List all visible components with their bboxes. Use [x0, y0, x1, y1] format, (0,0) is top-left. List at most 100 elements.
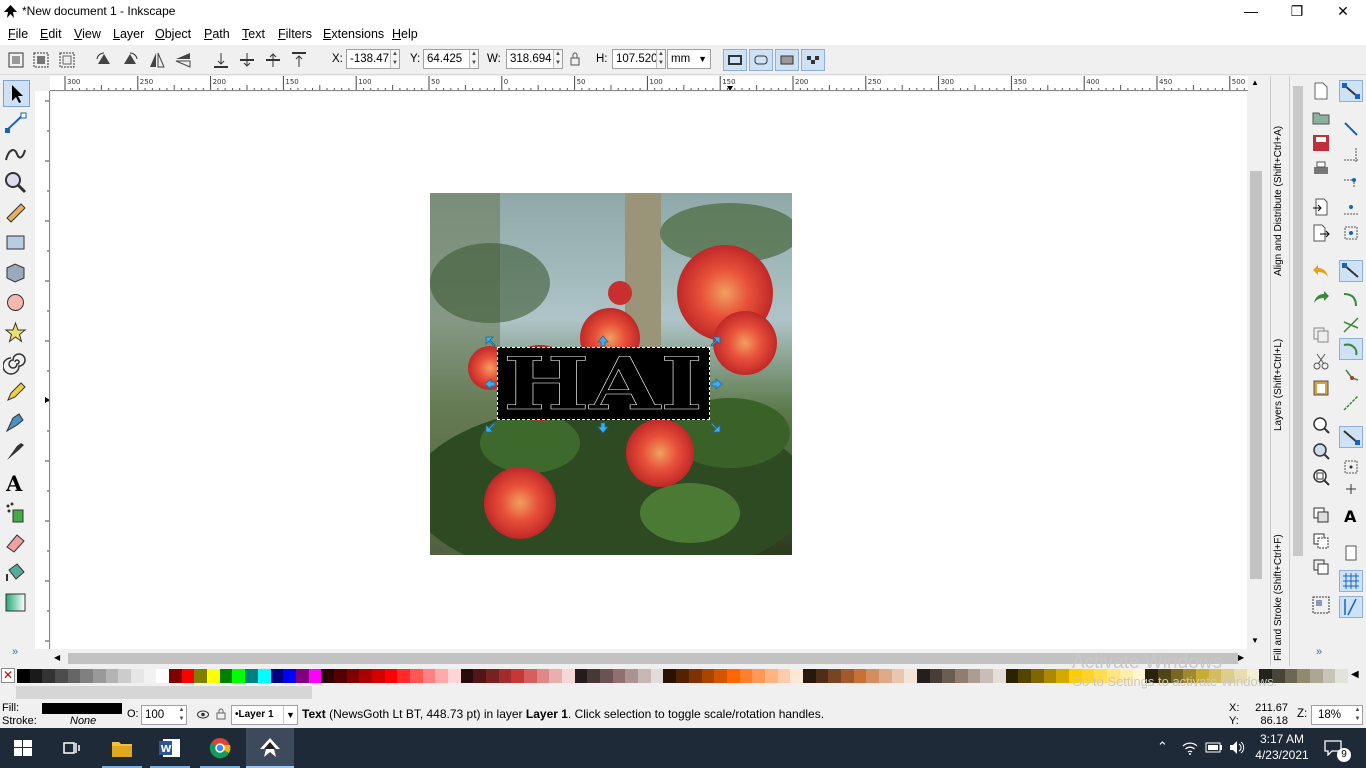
dock-scrollbar[interactable]	[1291, 76, 1305, 666]
toolbox-overflow-icon[interactable]: »	[12, 646, 18, 658]
palette-swatch[interactable]	[1094, 669, 1108, 683]
snap-object-centers-icon[interactable]	[1342, 458, 1360, 476]
palette-swatch[interactable]	[245, 669, 259, 683]
palette-swatch[interactable]	[917, 669, 930, 683]
palette-swatch[interactable]	[828, 669, 842, 683]
group-icon[interactable]	[1312, 596, 1330, 614]
palette-swatch[interactable]	[1119, 669, 1133, 683]
palette-swatch[interactable]	[1132, 669, 1146, 683]
palette-swatch[interactable]	[169, 669, 183, 683]
star-tool[interactable]	[3, 320, 30, 347]
palette-swatch[interactable]	[384, 669, 398, 683]
cut-icon[interactable]	[1312, 352, 1330, 370]
menu-view[interactable]: View	[74, 27, 101, 41]
palette-swatch[interactable]	[232, 669, 246, 683]
task-view-icon[interactable]	[62, 740, 80, 756]
snap-nodes-toggle[interactable]	[1339, 260, 1363, 282]
palette-swatch[interactable]	[143, 669, 157, 683]
snap-intersections-icon[interactable]	[1342, 316, 1360, 334]
palette-swatch[interactable]	[549, 669, 563, 683]
palette-swatch[interactable]	[1233, 669, 1247, 683]
redo-icon[interactable]	[1312, 288, 1330, 306]
copy-icon[interactable]	[1312, 326, 1330, 344]
palette-swatch[interactable]	[283, 669, 297, 683]
palette-swatch[interactable]	[42, 669, 56, 683]
palette-swatch[interactable]	[726, 669, 740, 683]
spin-arrows-icon[interactable]: ▲ ▼	[390, 50, 399, 68]
scale-corners-toggle[interactable]	[749, 49, 773, 71]
duplicate-icon[interactable]	[1312, 506, 1330, 524]
commands-overflow-icon[interactable]: »	[1316, 646, 1322, 658]
paste-icon[interactable]	[1312, 378, 1330, 396]
vertical-scrollbar[interactable]: ▲ ▼	[1248, 76, 1264, 651]
palette-swatch[interactable]	[536, 669, 550, 683]
snap-paths-icon[interactable]	[1342, 290, 1360, 308]
snap-rotation-center-icon[interactable]	[1342, 480, 1360, 498]
scroll-up-icon[interactable]: ▲	[1251, 78, 1259, 87]
fill-indicator[interactable]	[42, 703, 122, 714]
palette-swatch[interactable]	[29, 669, 43, 683]
snap-bbox-edges-icon[interactable]	[1342, 146, 1360, 164]
zoom-tool[interactable]	[3, 170, 30, 197]
dock-scroll-thumb[interactable]	[1293, 86, 1303, 556]
snap-smooth-nodes-toggle[interactable]	[1339, 338, 1363, 360]
close-button[interactable]: ✕	[1320, 0, 1366, 23]
palette-swatch[interactable]	[105, 669, 119, 683]
selection-handles[interactable]	[481, 332, 726, 437]
palette-swatch[interactable]	[1018, 669, 1032, 683]
palette-swatch[interactable]	[1107, 669, 1121, 683]
spin-arrows-icon[interactable]: ▲ ▼	[177, 706, 186, 724]
transform-gradients-toggle[interactable]	[775, 49, 799, 71]
palette-swatch[interactable]	[955, 669, 969, 683]
palette-swatch[interactable]	[498, 669, 512, 683]
palette-swatch[interactable]	[1246, 669, 1260, 683]
flip-horizontal-icon[interactable]	[147, 50, 167, 70]
zoom-input[interactable]: 18% ▲ ▼	[1311, 705, 1363, 725]
palette-swatch[interactable]	[878, 669, 892, 683]
palette-swatch[interactable]	[967, 669, 981, 683]
spin-arrows-icon[interactable]: ▲ ▼	[553, 50, 562, 68]
w-input[interactable]: 318.694 ▲ ▼	[506, 49, 563, 69]
snap-guides-toggle[interactable]	[1339, 596, 1363, 618]
no-paint-swatch[interactable]: ✕	[1, 668, 15, 683]
transform-patterns-toggle[interactable]	[801, 49, 825, 71]
new-document-icon[interactable]	[1312, 82, 1330, 100]
lock-icon[interactable]	[568, 51, 582, 67]
rectangle-tool[interactable]	[3, 230, 30, 257]
palette-swatch[interactable]	[701, 669, 715, 683]
palette-swatch[interactable]	[625, 669, 639, 683]
volume-icon[interactable]	[1229, 740, 1245, 755]
palette-swatch[interactable]	[371, 669, 385, 683]
palette-swatch[interactable]	[1271, 669, 1285, 683]
palette-swatch[interactable]	[397, 669, 411, 683]
node-tool[interactable]	[3, 110, 30, 137]
palette-swatch[interactable]	[638, 669, 652, 683]
palette-swatch[interactable]	[600, 669, 614, 683]
x-input[interactable]: -138.47 ▲ ▼	[346, 49, 400, 69]
palette-swatch[interactable]	[993, 669, 1007, 683]
palette-menu-icon[interactable]: ◀	[1351, 669, 1359, 680]
palette-swatch[interactable]	[688, 669, 702, 683]
zoom-selection-icon[interactable]	[1312, 416, 1330, 434]
palette-swatch[interactable]	[194, 669, 208, 683]
palette-swatch[interactable]	[764, 669, 778, 683]
snap-text-baseline-icon[interactable]: A	[1342, 506, 1360, 524]
opacity-input[interactable]: 100 ▲ ▼	[141, 705, 187, 725]
palette-swatch[interactable]	[524, 669, 538, 683]
unit-select[interactable]: mm ▼	[667, 49, 711, 69]
palette-swatch[interactable]	[1069, 669, 1083, 683]
snap-bbox-corners-icon[interactable]	[1342, 172, 1360, 190]
stroke-indicator[interactable]: None	[70, 715, 96, 727]
system-tray-expand-icon[interactable]: ⌃	[1157, 739, 1168, 755]
import-icon[interactable]	[1312, 198, 1330, 216]
palette-swatch[interactable]	[55, 669, 69, 683]
pencil-tool[interactable]	[3, 380, 30, 407]
print-icon[interactable]	[1312, 160, 1330, 178]
drawing-canvas[interactable]: HAI	[51, 92, 1247, 649]
palette-swatch[interactable]	[1157, 669, 1171, 683]
palette-swatch[interactable]	[942, 669, 956, 683]
palette-swatch[interactable]	[853, 669, 867, 683]
palette-swatch[interactable]	[815, 669, 829, 683]
battery-icon[interactable]	[1205, 742, 1223, 753]
scroll-right-icon[interactable]: ▶	[1238, 653, 1244, 662]
